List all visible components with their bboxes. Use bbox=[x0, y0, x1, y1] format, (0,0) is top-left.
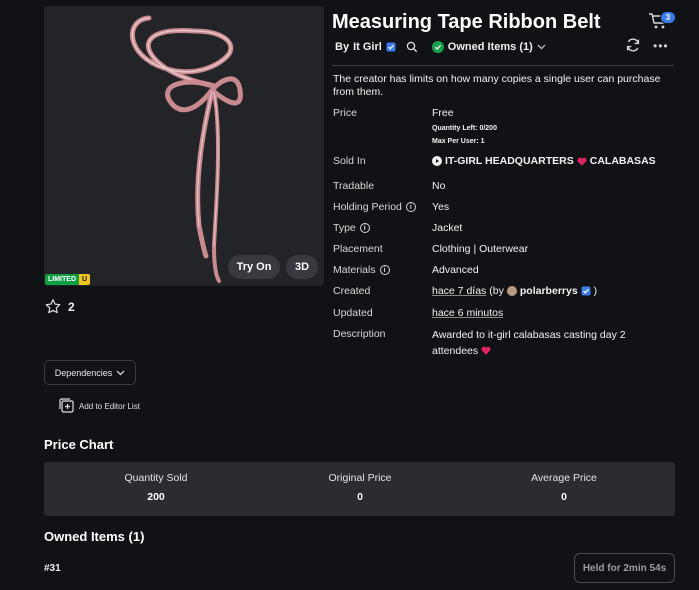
price-chart-panel: Quantity Sold 200 Original Price 0 Avera… bbox=[44, 462, 675, 516]
avatar bbox=[506, 286, 517, 296]
materials-text: Materials bbox=[333, 264, 376, 276]
info-icon[interactable]: i bbox=[405, 202, 416, 212]
holding-period-label: Holding Period i bbox=[333, 201, 416, 213]
creator-prefix: By bbox=[335, 41, 350, 53]
cart-count-badge: 3 bbox=[660, 11, 676, 24]
updated-value: hace 6 minutos bbox=[432, 307, 503, 319]
more-options-icon[interactable]: ••• bbox=[653, 40, 669, 52]
info-icon[interactable]: i bbox=[359, 223, 370, 233]
created-by-suffix: ) bbox=[593, 285, 598, 297]
created-by-prefix: (by bbox=[489, 285, 504, 297]
max-per-user: Max Per User: 1 bbox=[432, 138, 485, 145]
refresh-button[interactable] bbox=[625, 37, 641, 58]
stat-value: 0 bbox=[561, 491, 567, 503]
placement-label: Placement bbox=[333, 243, 383, 255]
tradable-value: No bbox=[432, 180, 446, 192]
placement-value: Clothing | Outerwear bbox=[432, 243, 529, 255]
updated-date: hace 6 minutos bbox=[432, 307, 504, 319]
info-icon[interactable]: i bbox=[379, 265, 390, 275]
limited-badge: LIMITED U bbox=[45, 274, 91, 285]
type-label: Type i bbox=[333, 222, 370, 234]
view-3d-button[interactable]: 3D bbox=[286, 255, 318, 279]
description-text: Awarded to it-girl calabasas casting day… bbox=[432, 329, 626, 357]
held-for-button[interactable]: Held for 2min 54s bbox=[574, 553, 675, 583]
refresh-icon bbox=[626, 38, 640, 52]
creator-byline: By It Girl Owned Items (1) bbox=[335, 41, 546, 53]
dependencies-dropdown[interactable]: Dependencies bbox=[44, 360, 136, 385]
creator-link[interactable]: It Girl bbox=[353, 41, 382, 53]
heart-icon bbox=[577, 157, 587, 166]
type-value: Jacket bbox=[432, 222, 463, 234]
favorite-count: 2 bbox=[68, 299, 75, 314]
original-price-stat: Original Price 0 bbox=[260, 472, 460, 503]
holding-period-text: Holding Period bbox=[333, 201, 402, 213]
chevron-down-icon bbox=[116, 370, 125, 375]
stat-header: Quantity Sold bbox=[124, 472, 188, 484]
price-chart-title: Price Chart bbox=[44, 437, 114, 452]
description-label: Description bbox=[333, 328, 386, 340]
quantity-left: Quantity Left: 0/200 bbox=[432, 125, 497, 132]
star-icon bbox=[45, 299, 61, 314]
sold-in-name: IT-GIRL HEADQUARTERS bbox=[445, 155, 574, 167]
average-price-stat: Average Price 0 bbox=[464, 472, 664, 503]
materials-value: Advanced bbox=[432, 264, 479, 276]
limited-label: LIMITED bbox=[45, 274, 79, 285]
quantity-sold-stat: Quantity Sold 200 bbox=[56, 472, 256, 503]
stat-header: Average Price bbox=[531, 472, 597, 484]
chevron-down-icon bbox=[537, 44, 546, 50]
description-value: Awarded to it-girl calabasas casting day… bbox=[432, 327, 672, 359]
verified-badge-icon bbox=[581, 286, 591, 296]
try-on-button[interactable]: Try On bbox=[228, 255, 280, 279]
owned-items-dropdown[interactable]: Owned Items (1) bbox=[431, 41, 546, 53]
owned-items-title: Owned Items (1) bbox=[44, 529, 145, 544]
owned-items-label: Owned Items (1) bbox=[447, 41, 533, 53]
verified-badge-icon bbox=[386, 42, 396, 52]
materials-label: Materials i bbox=[333, 264, 390, 276]
check-circle-icon bbox=[431, 41, 444, 53]
owned-serial: #31 bbox=[44, 563, 61, 574]
add-to-editor-button[interactable]: Add to Editor List bbox=[59, 398, 140, 414]
item-title: Measuring Tape Ribbon Belt bbox=[332, 11, 601, 33]
stat-value: 0 bbox=[357, 491, 363, 503]
favorite-button[interactable]: 2 bbox=[44, 298, 75, 315]
search-icon[interactable] bbox=[406, 41, 418, 53]
created-label: Created bbox=[333, 285, 371, 297]
dependencies-label: Dependencies bbox=[54, 367, 113, 378]
creator-user-link[interactable]: polarberrys bbox=[520, 285, 578, 297]
stat-value: 200 bbox=[147, 491, 165, 503]
created-value: hace 7 días (by polarberrys ) bbox=[432, 285, 597, 297]
sold-in-experience-link[interactable]: IT-GIRL HEADQUARTERS CALABASAS bbox=[432, 155, 656, 167]
limited-unique-label: U bbox=[79, 274, 91, 285]
updated-label: Updated bbox=[333, 307, 373, 319]
stat-header: Original Price bbox=[328, 472, 392, 484]
item-thumbnail[interactable]: Try On 3D bbox=[44, 6, 324, 286]
created-date: hace 7 días bbox=[432, 285, 487, 297]
type-text: Type bbox=[333, 222, 356, 234]
add-to-editor-label: Add to Editor List bbox=[79, 401, 140, 411]
purchase-limit-notice: The creator has limits on how many copie… bbox=[333, 73, 661, 98]
tradable-label: Tradable bbox=[333, 180, 375, 192]
sold-in-location: CALABASAS bbox=[589, 155, 656, 167]
sold-in-label: Sold In bbox=[333, 155, 366, 167]
price-label: Price bbox=[333, 107, 357, 119]
ribbon-belt-image bbox=[129, 15, 243, 283]
play-icon bbox=[432, 156, 442, 166]
add-square-icon bbox=[59, 398, 74, 413]
divider bbox=[332, 65, 674, 66]
holding-period-value: Yes bbox=[432, 201, 450, 213]
heart-icon bbox=[481, 346, 491, 355]
price-value: Free bbox=[432, 107, 454, 119]
